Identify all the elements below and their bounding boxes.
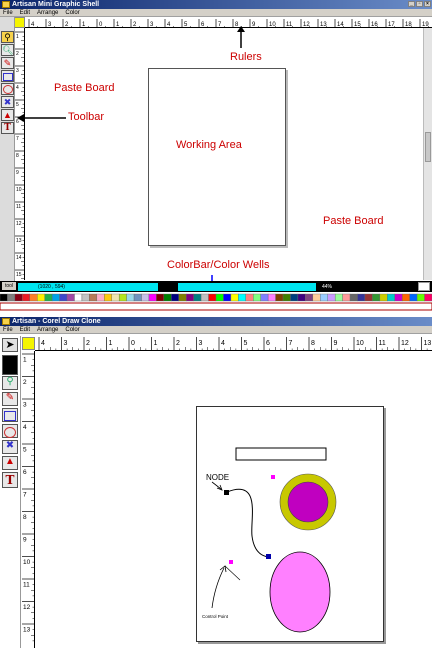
node-label: NODE [206,473,229,482]
node-handle-end[interactable] [266,554,271,559]
drawing-canvas: NODE Control Point [0,0,432,648]
node-pointer-arrow [212,482,222,490]
control-point-label: Control Point [202,614,229,619]
rectangle-shape[interactable] [236,448,326,460]
control-point-pointer-arrow [212,566,240,608]
node-handle[interactable] [224,490,229,495]
ring-handle[interactable] [271,475,275,479]
control-point-handle[interactable] [229,560,233,564]
bezier-curve[interactable] [227,489,268,557]
ellipse-shape[interactable] [270,552,330,632]
ring-inner-shape[interactable] [288,482,328,522]
